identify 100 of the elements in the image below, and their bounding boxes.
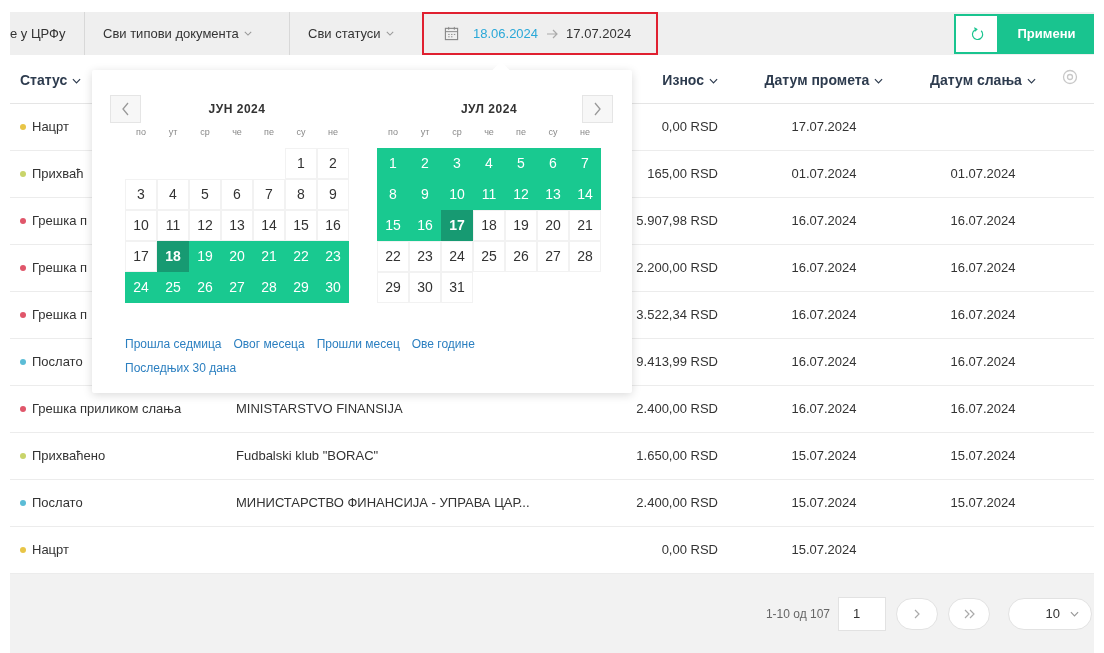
table-cell-text: 16.07.2024 — [791, 306, 857, 325]
weekday-label: ут — [167, 126, 179, 139]
preset-range-link[interactable]: Овог месеца — [233, 335, 305, 353]
weekday-label: пе — [515, 126, 527, 139]
table-cell-text: 16.07.2024 — [950, 212, 1016, 231]
per-page-dropdown[interactable]: 10 — [1008, 598, 1092, 630]
caret-icon — [1026, 77, 1036, 84]
weekday-label: че — [231, 126, 243, 139]
calendar-day[interactable]: 25 — [473, 240, 505, 272]
calendar-day[interactable]: 27 — [537, 240, 569, 272]
calendar-day[interactable]: 3 — [125, 178, 157, 210]
caret-icon — [243, 31, 252, 36]
preset-range-link[interactable]: Прошла седмица — [125, 335, 222, 353]
table-cell-text: 15.07.2024 — [791, 541, 857, 560]
next-month-button[interactable] — [582, 95, 613, 123]
table-cell-text: 9.413,99 RSD — [636, 353, 718, 372]
calendar-day[interactable]: 22 — [377, 240, 409, 272]
calendar-day[interactable]: 1 — [285, 147, 317, 179]
weekday-label: ср — [199, 126, 211, 139]
status-text: Послато — [32, 353, 83, 372]
caret-icon — [72, 77, 82, 84]
previous-month-button[interactable] — [110, 95, 141, 123]
settings-icon — [1062, 68, 1078, 85]
preset-range-link[interactable]: Последњих 30 дана — [125, 359, 237, 377]
calendar-day[interactable]: 28 — [569, 240, 601, 272]
weekday-label: по — [387, 126, 399, 139]
end-date: 17.07.2024 — [566, 24, 632, 43]
status-text: Прихваћено — [32, 447, 106, 466]
calendar-day[interactable]: 13 — [221, 209, 253, 241]
weekday-label: ут — [419, 126, 431, 139]
calendar-day[interactable]: 5 — [189, 178, 221, 210]
table-cell-text: 5.907,98 RSD — [636, 212, 718, 231]
calendar-day[interactable]: 7 — [253, 178, 285, 210]
calendar-icon — [444, 26, 459, 41]
date-range-field[interactable]: 18.06.2024 17.07.2024 — [422, 12, 658, 55]
column-header[interactable]: Износ — [662, 70, 718, 91]
chevron-left-icon — [122, 102, 129, 116]
status-text: Грешка приликом слања — [32, 400, 182, 419]
calendar-day[interactable]: 20 — [537, 209, 569, 241]
calendar-day[interactable]: 24 — [441, 240, 473, 272]
calendar-day[interactable]: 12 — [189, 209, 221, 241]
calendar-day[interactable]: 18 — [157, 240, 189, 272]
calendar-day[interactable]: 18 — [473, 209, 505, 241]
double-chevron-icon — [963, 609, 975, 619]
status-text: Грешка п — [32, 212, 88, 231]
caret-icon — [874, 77, 884, 84]
weekday-label: че — [483, 126, 495, 139]
refresh-button[interactable] — [954, 13, 999, 54]
calendar-day[interactable]: 2 — [317, 147, 349, 179]
calendar-day[interactable]: 15 — [285, 209, 317, 241]
table-cell-text: MINISTARSTVO FINANSIJA — [236, 400, 403, 419]
calendar-day[interactable]: 21 — [569, 209, 601, 241]
table-cell-text: 165,00 RSD — [647, 165, 718, 184]
table-cell-text: 0,00 RSD — [661, 118, 718, 137]
table-cell-text: 2.400,00 RSD — [636, 494, 718, 513]
table-cell-text: 15.07.2024 — [791, 447, 857, 466]
calendar-day[interactable]: 19 — [505, 209, 537, 241]
calendar-day[interactable]: 11 — [157, 209, 189, 241]
table-cell-text: 16.07.2024 — [791, 353, 857, 372]
table-cell-text: 16.07.2024 — [791, 259, 857, 278]
calendar-day[interactable]: 6 — [221, 178, 253, 210]
calendar-day[interactable]: 4 — [157, 178, 189, 210]
column-header[interactable]: Датум слања — [930, 70, 1036, 91]
next-page-button[interactable] — [896, 598, 938, 630]
table-cell-text: 2.400,00 RSD — [636, 400, 718, 419]
weekday-label: ср — [451, 126, 463, 139]
start-date: 18.06.2024 — [473, 24, 539, 43]
caret-icon — [385, 31, 394, 36]
calendar-day[interactable]: 30 — [409, 271, 441, 303]
page-input[interactable]: 1 — [838, 597, 886, 631]
table-cell-text: 0,00 RSD — [661, 541, 718, 560]
calendar-day[interactable]: 16 — [317, 209, 349, 241]
status-text: Послато — [32, 494, 83, 513]
filter-dropdown[interactable]: Сви типови документа — [91, 23, 264, 44]
calendar-day[interactable]: 9 — [317, 178, 349, 210]
calendar-day[interactable]: 26 — [505, 240, 537, 272]
table-cell-text: Fudbalski klub "BORAC" — [236, 447, 379, 466]
calendar-day[interactable]: 31 — [441, 271, 473, 303]
status-text: Прихваћ — [32, 165, 84, 184]
chevron-right-icon — [594, 102, 601, 116]
table-cell-text: 16.07.2024 — [791, 400, 857, 419]
column-header[interactable]: Статус — [20, 70, 82, 91]
table-cell-text: 01.07.2024 — [791, 165, 857, 184]
caret-icon — [709, 77, 718, 84]
calendar-day[interactable]: 29 — [377, 271, 409, 303]
preset-range-link[interactable]: Прошли месец — [316, 335, 400, 353]
calendar-day[interactable]: 8 — [285, 178, 317, 210]
last-page-button[interactable] — [948, 598, 990, 630]
filter-dropdown[interactable]: Сви статуси — [296, 23, 406, 44]
weekday-label: су — [547, 126, 559, 139]
calendar-day[interactable]: 23 — [409, 240, 441, 272]
column-header[interactable]: Датум промета — [764, 70, 884, 91]
calendar-day[interactable]: 10 — [125, 209, 157, 241]
calendar-day[interactable]: 17 — [441, 209, 473, 241]
table-cell-text: 15.07.2024 — [950, 447, 1016, 466]
table-cell-text: 16.07.2024 — [950, 353, 1016, 372]
preset-range-link[interactable]: Ове године — [411, 335, 475, 353]
calendar-day[interactable]: 17 — [125, 240, 157, 272]
chevron-right-icon — [914, 609, 920, 619]
calendar-day[interactable]: 14 — [253, 209, 285, 241]
